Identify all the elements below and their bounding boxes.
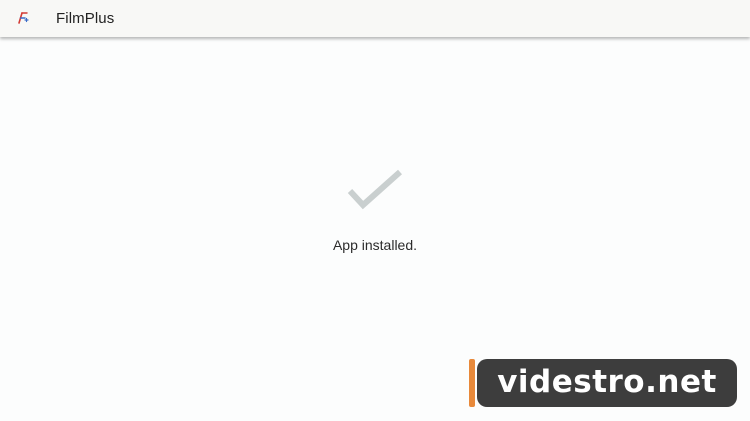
watermark-accent-bar	[469, 359, 475, 407]
watermark-box: videstro.net	[477, 359, 737, 407]
app-title: FilmPlus	[56, 10, 115, 27]
install-status-text: App installed.	[332, 237, 418, 253]
install-screen: FilmPlus App installed. videstro.net	[0, 0, 750, 421]
filmplus-logo-icon	[16, 11, 30, 25]
watermark-badge: videstro.net	[469, 359, 737, 407]
checkmark-icon	[346, 169, 404, 213]
watermark-text: videstro.net	[497, 364, 717, 400]
app-bar: FilmPlus	[0, 0, 750, 37]
